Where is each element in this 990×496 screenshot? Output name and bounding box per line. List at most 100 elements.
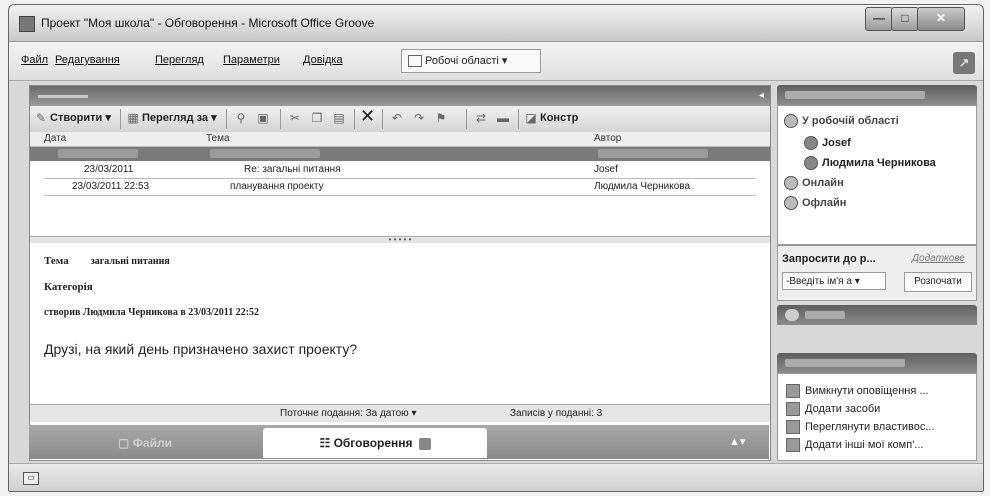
sync-icon[interactable]: ⇄ — [474, 111, 488, 125]
invite-more-link[interactable]: Додаткове — [912, 253, 965, 264]
tab-discussions-label: Обговорення — [333, 436, 413, 450]
status-icon[interactable]: ▭ — [23, 472, 39, 485]
topic-value: загальні питання — [90, 256, 170, 267]
blurred-text — [598, 149, 708, 158]
chat-icon — [785, 309, 799, 321]
chat-header[interactable] — [777, 305, 977, 325]
common-tasks-list: Вимкнути оповіщення ... Додати засоби Пе… — [777, 373, 977, 461]
invite-section: Запросити до р... Додаткове -Введіть ім'… — [777, 245, 977, 301]
cut-icon[interactable]: ✂ — [288, 111, 302, 125]
tab-files-label: Файли — [132, 436, 172, 450]
selected-row[interactable] — [30, 147, 770, 161]
view-status-bar: Поточне подання: За датою ▾ Записів у по… — [30, 404, 770, 422]
new-icon: ✎ — [35, 111, 47, 125]
tab-discussions[interactable]: ☷ Обговорення — [263, 428, 487, 458]
create-button[interactable]: Створити ▾ — [50, 109, 111, 128]
menu-help[interactable]: Довідка — [303, 54, 343, 66]
member-item[interactable]: Людмила Черникова — [804, 156, 936, 170]
table-row[interactable]: 23/03/2011 22:53 планування проекту Людм… — [44, 179, 756, 196]
workspaces-button[interactable]: Робочі області ▾ — [401, 49, 541, 73]
discussion-grid: Дата Тема Автор 23/03/2011 Re: загальні … — [30, 132, 770, 236]
designer-button[interactable]: Констр — [540, 109, 578, 128]
task-add-computers[interactable]: Додати інші мої комп'... — [786, 438, 923, 452]
offline-group[interactable]: Офлайн — [784, 196, 846, 210]
bell-icon — [786, 384, 800, 398]
filter-icon[interactable]: ▣ — [256, 111, 270, 125]
online-icon — [784, 176, 798, 190]
task-add-tools[interactable]: Додати засоби — [786, 402, 880, 416]
row-author: Josef — [594, 164, 618, 175]
tab-files[interactable]: ▢ Файли — [29, 428, 261, 458]
record-count: Записів у поданні: 3 — [510, 408, 603, 419]
bottom-status-bar: ▭ — [9, 463, 983, 491]
members-header — [777, 85, 977, 105]
row-author: Людмила Черникова — [594, 181, 691, 192]
invite-go-button[interactable]: Розпочати — [904, 272, 972, 292]
folder-icon[interactable]: ▬ — [496, 111, 510, 125]
message-body: Друзі, на який день призначено захист пр… — [44, 341, 358, 357]
group-icon — [784, 114, 798, 128]
blurred-text — [785, 91, 925, 99]
blurred-text — [210, 149, 320, 158]
computer-icon — [786, 438, 800, 452]
separator — [120, 109, 121, 129]
maximize-button[interactable]: □ — [891, 7, 919, 31]
topic-field: Тема загальні питання — [44, 255, 170, 267]
forward-icon[interactable]: ↷ — [412, 111, 426, 125]
menu-view[interactable]: Перегляд — [155, 54, 204, 66]
offline-icon — [784, 196, 798, 210]
category-label: Категорія — [44, 281, 93, 293]
member-item[interactable]: Josef — [804, 136, 851, 150]
view-by-button[interactable]: Перегляд за ▾ — [142, 109, 217, 128]
current-view-selector[interactable]: Поточне подання: За датою ▾ — [280, 405, 416, 422]
designer-icon: ◪ — [525, 111, 537, 125]
separator — [354, 109, 355, 129]
groove-window: Проект "Моя школа" - Обговорення - Micro… — [8, 4, 984, 492]
in-workspace-label: У робочій області — [802, 114, 899, 127]
blurred-text — [58, 149, 138, 158]
panel-header: ▬▬▬▬▬ ◂ — [30, 86, 770, 106]
discussion-icon: ☷ — [319, 436, 334, 450]
tool-tabs: ▢ Файли ☷ Обговорення ▲▾ — [29, 425, 769, 459]
launchbar-icon[interactable]: ↗ — [953, 52, 975, 74]
menu-file[interactable]: Файл — [21, 54, 48, 66]
menu-edit[interactable]: Редагування — [55, 54, 120, 66]
tools-icon — [786, 402, 800, 416]
task-mute-alerts[interactable]: Вимкнути оповіщення ... — [786, 384, 929, 398]
column-date[interactable]: Дата — [44, 133, 66, 144]
task-label: Додати інші мої комп'... — [805, 438, 924, 451]
title-bar: Проект "Моя школа" - Обговорення - Micro… — [9, 5, 983, 42]
binoculars-icon[interactable]: ⚲ — [234, 111, 248, 125]
properties-icon — [786, 420, 800, 434]
task-properties[interactable]: Переглянути властивос... — [786, 420, 935, 434]
close-button[interactable]: ✕ — [917, 7, 965, 31]
workspace-icon — [408, 55, 422, 68]
paste-icon[interactable]: ▤ — [332, 111, 346, 125]
groove-app-icon — [19, 16, 35, 32]
delete-icon[interactable]: ✕ — [360, 107, 375, 125]
flag-icon[interactable]: ⚑ — [434, 111, 448, 125]
row-topic: Re: загальні питання — [244, 164, 341, 175]
copy-icon[interactable]: ❐ — [310, 111, 324, 125]
member-name: Людмила Черникова — [822, 156, 936, 169]
online-group[interactable]: Онлайн — [784, 176, 844, 190]
right-panel: У робочій області Josef Людмила Черников… — [777, 85, 977, 461]
tab-extra-icon — [418, 437, 431, 450]
menu-options[interactable]: Параметри — [223, 54, 280, 66]
separator — [226, 109, 227, 129]
column-author[interactable]: Автор — [594, 133, 621, 144]
add-tool-icon[interactable]: ▲▾ — [729, 435, 751, 451]
user-icon — [804, 136, 818, 150]
user-icon — [804, 156, 818, 170]
common-tasks-header — [777, 353, 977, 373]
column-topic[interactable]: Тема — [206, 133, 230, 144]
invite-name-input[interactable]: -Введіть ім'я а ▾ — [782, 272, 886, 290]
collapse-icon[interactable]: ◂ — [759, 86, 764, 106]
minimize-button[interactable]: — — [865, 7, 893, 31]
view-icon: ▦ — [127, 111, 139, 125]
reply-icon[interactable]: ↶ — [390, 111, 404, 125]
in-workspace-group[interactable]: У робочій області — [784, 114, 899, 128]
table-row[interactable]: 23/03/2011 Re: загальні питання Josef — [44, 162, 756, 179]
task-label: Вимкнути оповіщення ... — [805, 384, 929, 397]
row-topic: планування проекту — [230, 181, 324, 192]
